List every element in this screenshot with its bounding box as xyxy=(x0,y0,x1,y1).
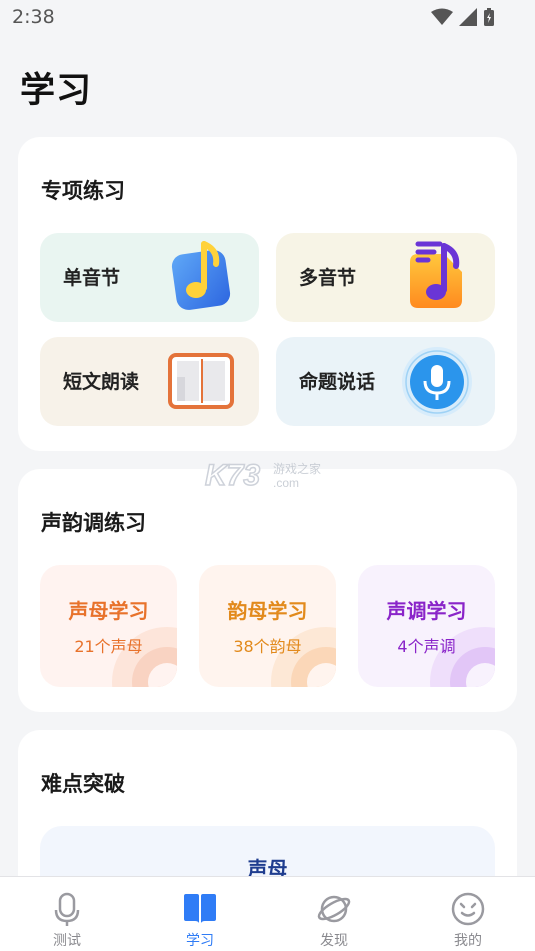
music-playlist-icon xyxy=(410,241,462,308)
svg-text:游戏之家: 游戏之家 xyxy=(273,461,321,476)
signal-icon xyxy=(459,8,477,26)
initials-card[interactable]: 声母学习 21个声母 xyxy=(40,565,177,687)
section-title: 专项练习 xyxy=(41,179,125,203)
tab-label: 测试 xyxy=(53,933,81,949)
page-title: 学习 xyxy=(20,71,93,111)
book-icon xyxy=(184,894,216,923)
section-title: 难点突破 xyxy=(41,772,125,796)
svg-text:.com: .com xyxy=(273,476,299,490)
tile-label: 多音节 xyxy=(299,267,357,289)
microphone-icon xyxy=(54,892,80,926)
svg-text:K73: K73 xyxy=(205,459,260,492)
tones-card[interactable]: 声调学习 4个声调 xyxy=(358,565,495,687)
tile-label: 短文朗读 xyxy=(63,371,140,393)
watermark-logo: K73 游戏之家 .com xyxy=(203,455,333,495)
tone-title: 声母学习 xyxy=(68,599,149,623)
tone-title: 声调学习 xyxy=(386,599,467,623)
tile-reading[interactable]: 短文朗读 xyxy=(40,337,259,426)
tile-label: 单音节 xyxy=(63,267,121,289)
tab-test[interactable]: 测试 xyxy=(22,877,112,951)
tab-discover[interactable]: 发现 xyxy=(289,877,379,951)
tone-count: 4个声调 xyxy=(397,637,456,656)
planet-icon xyxy=(317,895,351,923)
tile-label: 命题说话 xyxy=(299,371,376,393)
microphone-icon xyxy=(402,347,472,417)
tab-label: 我的 xyxy=(454,933,482,949)
finals-card[interactable]: 韵母学习 38个韵母 xyxy=(199,565,336,687)
tone-title: 韵母学习 xyxy=(227,599,308,623)
special-practice-card: 专项练习 单音节 多音节 短文朗读 命题说话 xyxy=(18,137,517,451)
tab-label: 学习 xyxy=(186,933,214,949)
tone-count: 38个韵母 xyxy=(233,637,302,656)
battery-icon xyxy=(484,8,494,26)
section-title: 声韵调练习 xyxy=(41,511,146,535)
tile-topic-speech[interactable]: 命题说话 xyxy=(276,337,495,426)
music-note-icon xyxy=(171,241,231,310)
tone-count: 21个声母 xyxy=(74,637,143,656)
open-book-icon xyxy=(168,353,234,409)
status-time: 2:38 xyxy=(12,6,55,28)
tab-study[interactable]: 学习 xyxy=(155,877,245,951)
tab-me[interactable]: 我的 xyxy=(423,877,513,951)
tile-single-syllable[interactable]: 单音节 xyxy=(40,233,259,322)
tone-practice-card: 声韵调练习 声母学习 21个声母 韵母学习 38个韵母 声调学习 4个声调 xyxy=(18,469,517,712)
wifi-icon xyxy=(431,8,453,25)
status-icons xyxy=(431,7,495,27)
smile-face-icon xyxy=(451,892,485,926)
bottom-tab-bar: 测试 学习 发现 我的 xyxy=(0,876,535,951)
status-bar: 2:38 xyxy=(0,0,535,38)
tile-multi-syllable[interactable]: 多音节 xyxy=(276,233,495,322)
tab-label: 发现 xyxy=(320,933,348,949)
